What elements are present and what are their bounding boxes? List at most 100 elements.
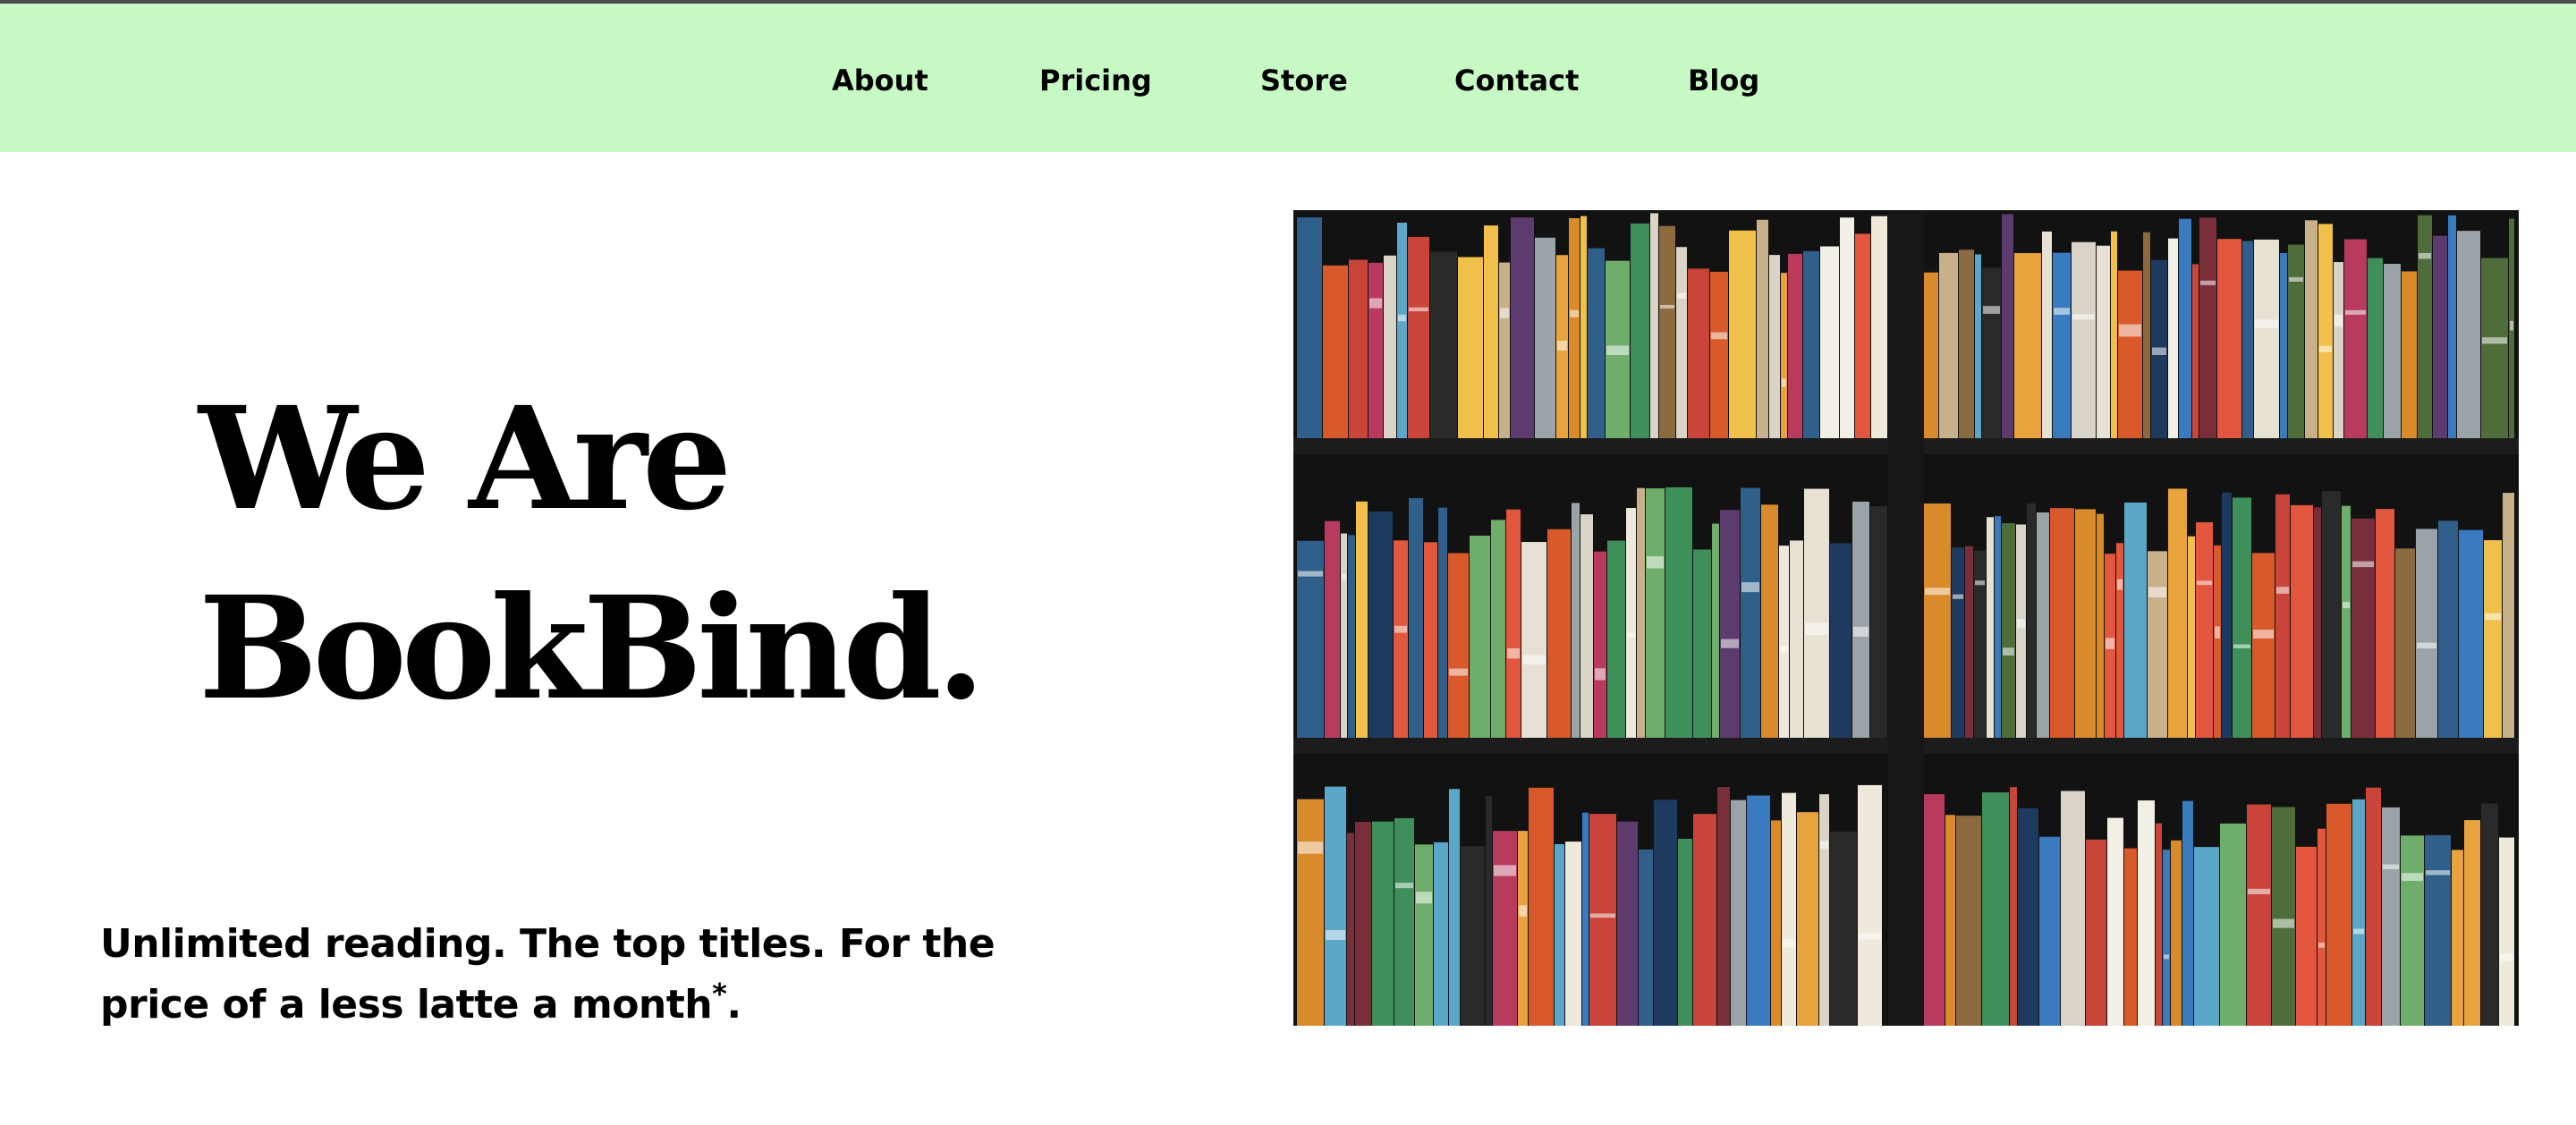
book-spine	[1535, 237, 1555, 438]
book-spine-label	[1820, 841, 1828, 849]
book-spine	[1665, 486, 1692, 738]
book-spine	[2280, 252, 2287, 438]
book-spine	[2342, 505, 2351, 738]
book-spine	[1580, 514, 1593, 738]
book-spine	[1458, 257, 1483, 438]
book-spine	[2138, 800, 2155, 1026]
book-spine-label	[2417, 642, 2436, 649]
book-spine	[2382, 807, 2400, 1026]
book-spine	[2188, 536, 2195, 738]
book-spine	[2111, 231, 2117, 438]
nav-link-store[interactable]: Store	[1260, 63, 1348, 98]
book-spine	[1486, 795, 1492, 1026]
book-spine	[1678, 838, 1692, 1026]
book-spine-label	[2072, 314, 2095, 320]
book-spine	[2143, 232, 2150, 438]
book-spine	[1982, 267, 2001, 438]
book-spine	[2464, 820, 2480, 1026]
book-spine	[1588, 248, 1605, 438]
book-spine	[1757, 219, 1768, 438]
book-spine	[2222, 492, 2232, 738]
nav-link-blog[interactable]: Blog	[1688, 63, 1759, 98]
book-spine-label	[1782, 378, 1786, 387]
book-spine	[2168, 488, 2187, 738]
book-spine	[2016, 524, 2026, 738]
book-spine	[2481, 258, 2508, 438]
book-spine-label	[1647, 556, 1664, 569]
book-spine-label	[1853, 626, 1868, 637]
book-spine	[1965, 546, 1973, 738]
book-spine-label	[2233, 644, 2250, 648]
book-spine	[1582, 812, 1589, 1026]
book-spine	[2433, 235, 2447, 438]
hero-title: We Are BookBind.	[199, 365, 986, 744]
book-spine	[1547, 529, 1571, 738]
book-spine	[2156, 823, 2162, 1026]
book-spine	[2053, 252, 2071, 438]
book-spine-label	[2255, 319, 2278, 328]
book-spine	[1870, 506, 1887, 738]
book-spine	[2425, 834, 2451, 1026]
book-spine	[1607, 540, 1625, 738]
book-spine-label	[2273, 918, 2294, 928]
book-spine	[2194, 847, 2219, 1026]
book-spine	[1840, 217, 1854, 438]
book-spine	[2072, 241, 2096, 438]
book-spine	[2368, 258, 2383, 438]
book-spine	[1491, 520, 1505, 738]
book-spine	[1569, 217, 1580, 438]
book-spine	[1639, 849, 1653, 1026]
book-spine	[2326, 803, 2351, 1026]
book-spine	[1987, 517, 1994, 738]
book-spine	[2272, 807, 2295, 1026]
book-spine	[2118, 270, 2142, 438]
book-spine	[1959, 250, 1974, 438]
book-spine	[2199, 217, 2216, 438]
book-spine-label	[2485, 613, 2501, 621]
book-spine	[1781, 273, 1787, 438]
book-spine	[1347, 833, 1354, 1026]
book-spine-label	[1557, 341, 1567, 351]
book-spine	[2242, 241, 2253, 438]
book-spine	[1297, 540, 1324, 738]
nav-link-contact[interactable]: Contact	[1454, 63, 1579, 98]
book-spine	[1717, 787, 1730, 1026]
book-spine	[1693, 814, 1716, 1026]
nav-link-about[interactable]: About	[832, 63, 928, 98]
hero-tagline: Unlimited reading. The top titles. For t…	[100, 914, 1111, 1036]
book-spine	[1356, 501, 1368, 738]
book-spine	[2061, 791, 2085, 1026]
book-spine	[2163, 850, 2170, 1026]
book-spine	[2148, 551, 2167, 738]
book-spine	[1769, 255, 1780, 438]
book-spine	[2027, 503, 2036, 738]
hero-title-line-1: We Are	[199, 376, 732, 542]
book-spine	[1782, 792, 1796, 1026]
book-spine	[1729, 230, 1756, 438]
book-spine	[2305, 220, 2318, 438]
book-spine	[1617, 821, 1638, 1026]
book-spine-label	[1975, 580, 1985, 586]
book-spine	[1368, 262, 1383, 438]
book-spine	[1511, 217, 1534, 438]
book-spine	[1747, 795, 1770, 1026]
book-spine-label	[1660, 304, 1674, 309]
book-spine-label	[2345, 309, 2366, 315]
book-spine-label	[2248, 888, 2270, 894]
book-spine-label	[2343, 602, 2350, 609]
book-spine	[1626, 508, 1636, 738]
book-spine-label	[1953, 594, 1963, 599]
book-spine	[2344, 239, 2367, 438]
book-spine	[2351, 518, 2375, 738]
book-spine	[2418, 215, 2432, 438]
nav-link-pricing[interactable]: Pricing	[1039, 63, 1152, 98]
top-navbar: About Pricing Store Contact Blog	[0, 4, 2576, 152]
book-spine	[1761, 504, 1778, 738]
book-spine	[1394, 817, 1414, 1026]
book-spine	[1449, 789, 1460, 1026]
book-spine	[2233, 497, 2251, 738]
book-spine	[1325, 520, 1340, 738]
book-spine	[2296, 846, 2317, 1026]
book-spine	[2254, 239, 2279, 438]
book-spine	[1394, 540, 1408, 738]
